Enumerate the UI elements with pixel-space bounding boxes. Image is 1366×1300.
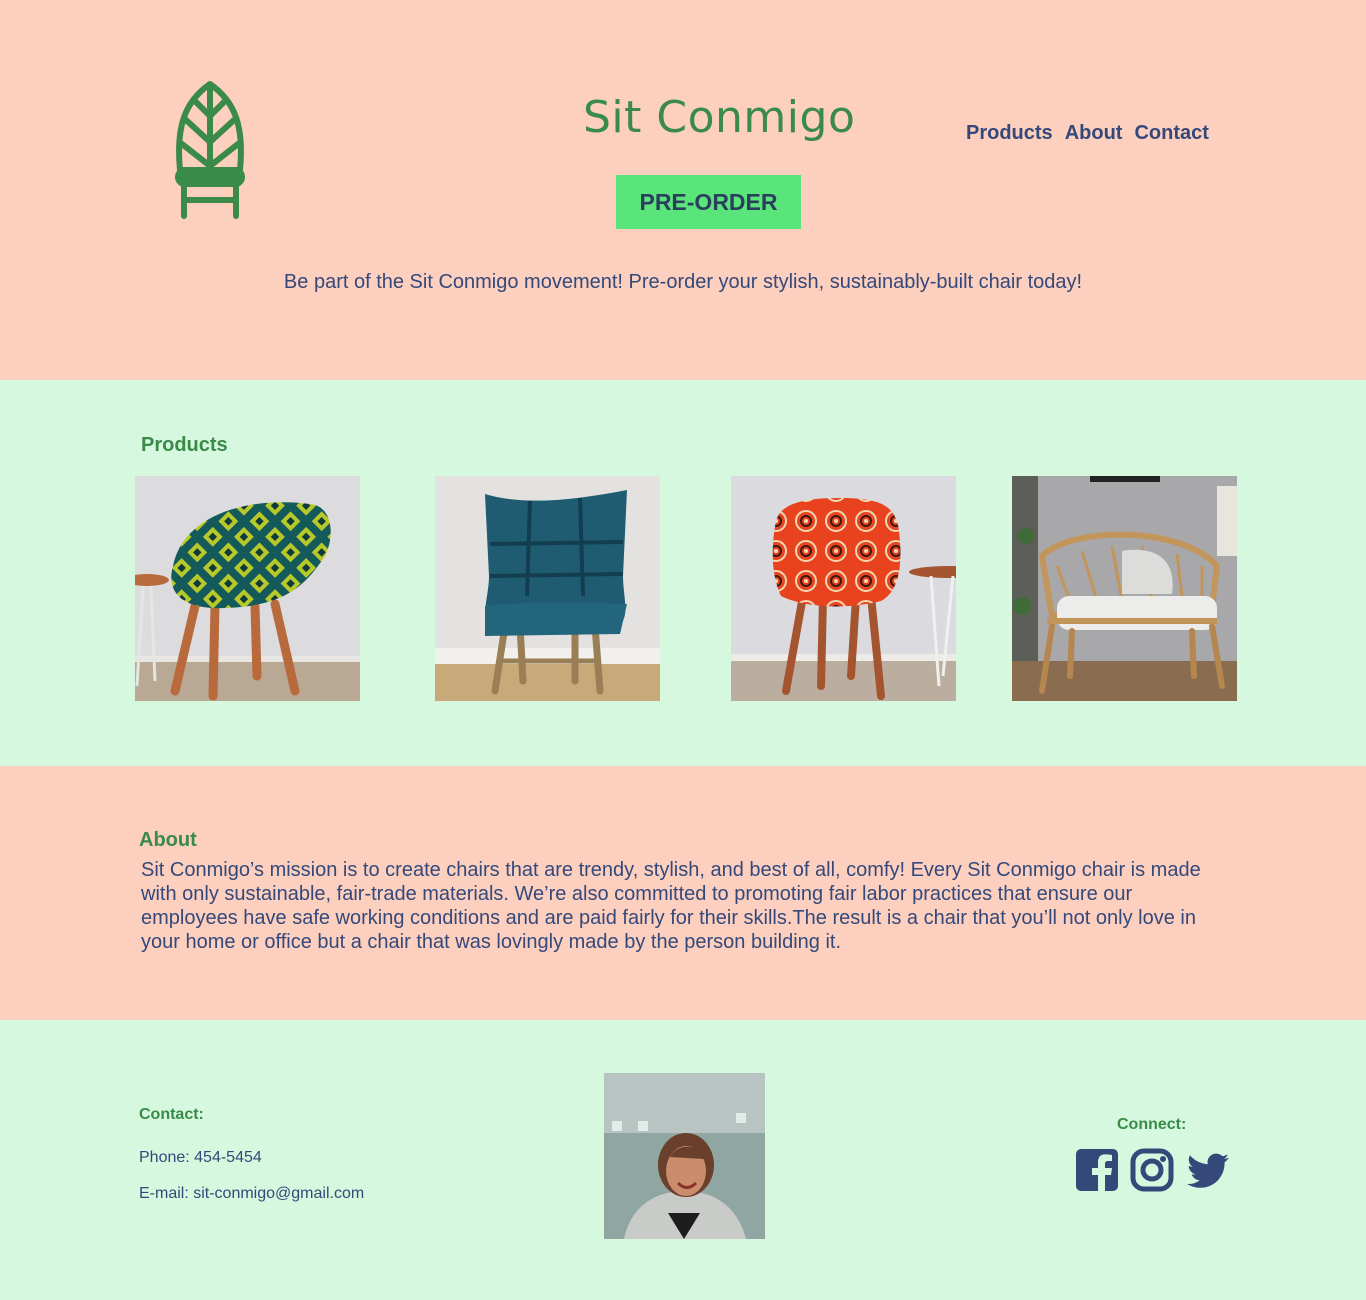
founder-photo — [604, 1073, 765, 1239]
connect-heading: Connect: — [1117, 1116, 1187, 1133]
product-image-quilted-chair[interactable] — [435, 476, 660, 701]
nav-contact-link[interactable]: Contact — [1134, 122, 1208, 145]
footer-section: Contact: Phone: 454-5454 E-mail: sit-con… — [0, 1020, 1366, 1300]
email-text: E-mail: sit-conmigo@gmail.com — [139, 1185, 365, 1202]
main-nav: Products About Contact — [966, 122, 1209, 145]
product-image-patterned-chair[interactable] — [135, 476, 360, 701]
products-heading: Products — [141, 434, 228, 456]
chair-logo-icon — [175, 81, 245, 219]
tagline: Be part of the Sit Conmigo movement! Pre… — [283, 271, 1083, 293]
about-paragraph: Sit Conmigo’s mission is to create chair… — [141, 859, 1201, 953]
twitter-icon[interactable] — [1186, 1148, 1230, 1192]
products-section: Products — [0, 380, 1366, 766]
about-section: About Sit Conmigo’s mission is to create… — [0, 766, 1366, 1020]
nav-about-link[interactable]: About — [1065, 122, 1123, 145]
facebook-icon[interactable] — [1075, 1148, 1119, 1192]
contact-heading: Contact: — [139, 1106, 204, 1123]
product-image-orange-chair[interactable] — [731, 476, 956, 701]
brand-title: Sit Conmigo — [583, 92, 856, 143]
header-section: Sit Conmigo Products About Contact PRE-O… — [0, 0, 1366, 380]
product-image-rattan-chair[interactable] — [1012, 476, 1237, 701]
nav-products-link[interactable]: Products — [966, 122, 1053, 145]
phone-text: Phone: 454-5454 — [139, 1149, 262, 1166]
preorder-button[interactable]: PRE-ORDER — [616, 175, 801, 229]
instagram-icon[interactable] — [1130, 1148, 1174, 1192]
about-heading: About — [139, 829, 197, 851]
